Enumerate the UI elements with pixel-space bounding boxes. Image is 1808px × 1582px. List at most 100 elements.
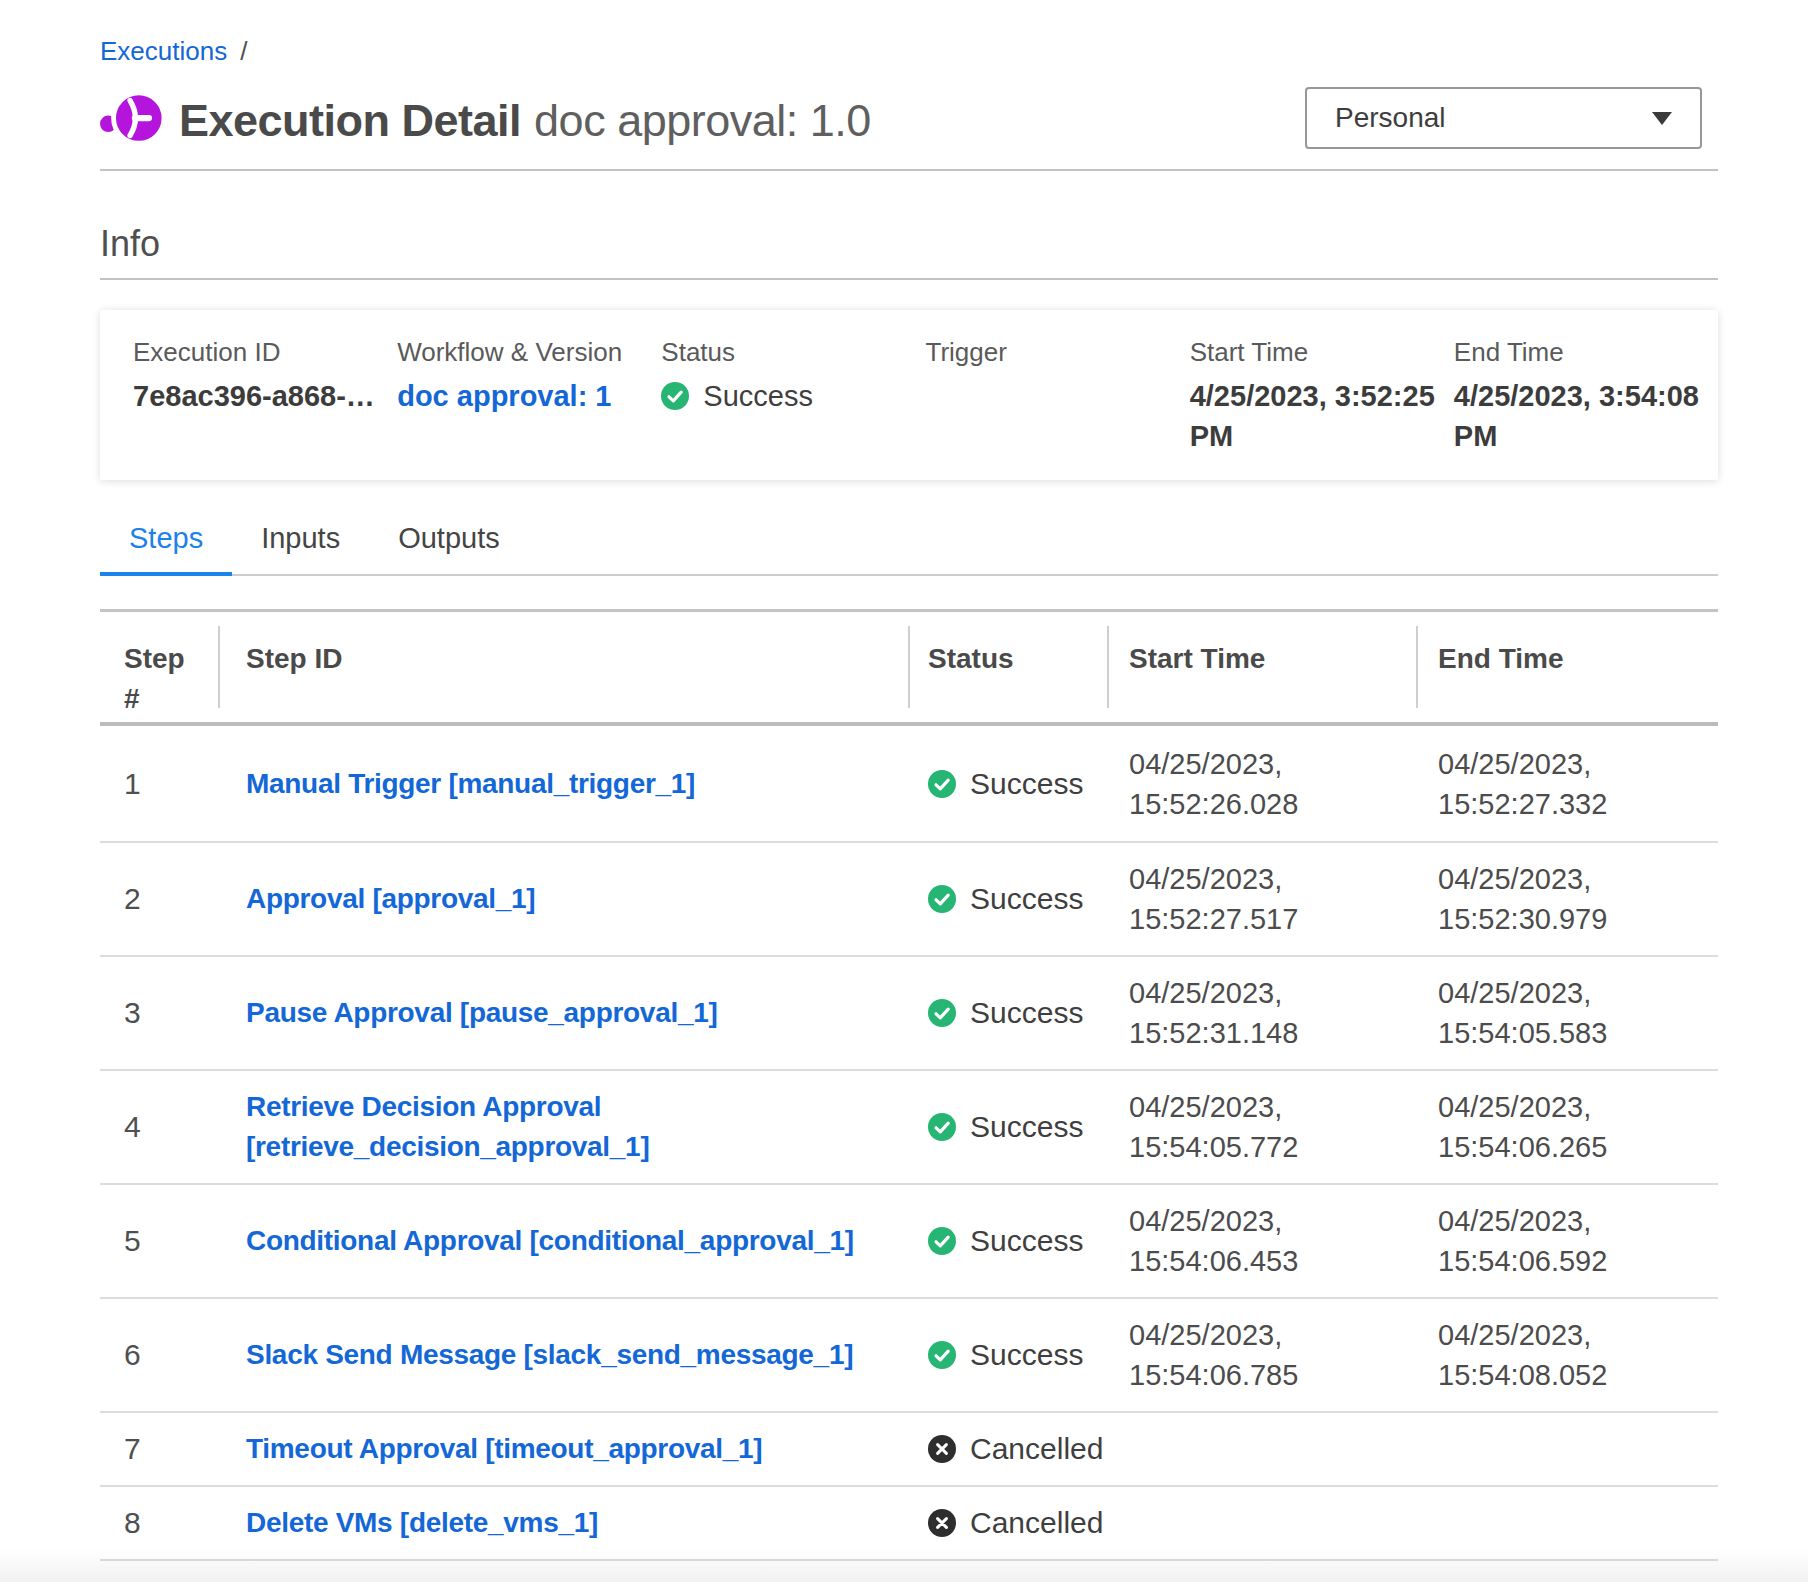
info-label: Start Time bbox=[1190, 336, 1438, 368]
info-field-end-time: End Time 4/25/2023, 3:54:08 PM bbox=[1454, 336, 1718, 452]
step-status-text: Success bbox=[970, 1110, 1083, 1144]
table-row: 6 Slack Send Message [slack_send_message… bbox=[100, 1299, 1718, 1413]
info-field-trigger: Trigger bbox=[926, 336, 1190, 452]
step-status-text: Success bbox=[970, 996, 1083, 1030]
end-time-value: 4/25/2023, 3:54:08 PM bbox=[1454, 376, 1702, 456]
step-end-time: 04/25/2023,15:54:05.583 bbox=[1438, 973, 1607, 1053]
table-row: 7 Timeout Approval [timeout_approval_1] … bbox=[100, 1413, 1718, 1487]
status-cell: Success bbox=[908, 1299, 1107, 1411]
step-link[interactable]: Approval [approval_1] bbox=[246, 879, 535, 919]
step-link[interactable]: Retrieve Decision Approval [retrieve_dec… bbox=[246, 1087, 878, 1167]
status-cell: Success bbox=[908, 726, 1107, 841]
tab-steps[interactable]: Steps bbox=[100, 524, 232, 576]
step-start-time: 04/25/2023,15:54:06.785 bbox=[1129, 1315, 1298, 1395]
step-start-time: 04/25/2023,15:52:31.148 bbox=[1129, 973, 1298, 1053]
info-card: Execution ID 7e8ac396-a868-… Workflow & … bbox=[100, 310, 1718, 480]
success-check-icon bbox=[928, 999, 956, 1027]
step-number: 2 bbox=[124, 882, 141, 916]
tab-outputs[interactable]: Outputs bbox=[369, 524, 529, 576]
page-header-left: Execution Detail doc approval: 1.0 bbox=[100, 89, 871, 153]
step-status: Success bbox=[928, 996, 1083, 1030]
step-number: 8 bbox=[124, 1506, 141, 1540]
step-num-cell: 1 bbox=[100, 726, 218, 841]
step-link[interactable]: Conditional Approval [conditional_approv… bbox=[246, 1221, 854, 1261]
breadcrumb-executions-link[interactable]: Executions bbox=[100, 37, 227, 65]
end-time-cell bbox=[1416, 1413, 1718, 1485]
start-time-cell: 04/25/2023,15:54:06.785 bbox=[1107, 1299, 1416, 1411]
info-heading: Info bbox=[100, 223, 1718, 265]
title-line: Execution Detail doc approval: 1.0 bbox=[179, 89, 871, 153]
info-label: Workflow & Version bbox=[397, 336, 645, 368]
col-header-step-id: Step ID bbox=[218, 612, 908, 722]
start-time-cell: 04/25/2023,15:54:05.772 bbox=[1107, 1071, 1416, 1183]
success-check-icon bbox=[928, 1341, 956, 1369]
workspace-select[interactable]: Personal bbox=[1305, 87, 1702, 149]
info-label: End Time bbox=[1454, 336, 1702, 368]
step-number: 4 bbox=[124, 1110, 141, 1144]
step-num-cell: 2 bbox=[100, 843, 218, 955]
step-end-time: 04/25/2023,15:52:27.332 bbox=[1438, 744, 1607, 824]
step-id-cell: Approval [approval_1] bbox=[218, 843, 908, 955]
info-field-execution-id: Execution ID 7e8ac396-a868-… bbox=[133, 336, 397, 452]
step-number: 6 bbox=[124, 1338, 141, 1372]
status-cell: Success bbox=[908, 957, 1107, 1069]
info-field-workflow-version: Workflow & Version doc approval: 1 bbox=[397, 336, 661, 452]
bottom-scroll-shadow bbox=[0, 1548, 1808, 1582]
info-label: Trigger bbox=[926, 336, 1174, 368]
status-cell: Cancelled bbox=[908, 1413, 1107, 1485]
workspace-select-value: Personal bbox=[1335, 102, 1446, 134]
end-time-cell: 04/25/2023,15:54:08.052 bbox=[1416, 1299, 1718, 1411]
cancelled-x-icon bbox=[928, 1435, 956, 1463]
steps-table: Step # Step ID Status Start Time End Tim… bbox=[100, 609, 1718, 1561]
start-time-cell: 04/25/2023,15:52:31.148 bbox=[1107, 957, 1416, 1069]
step-id-cell: Timeout Approval [timeout_approval_1] bbox=[218, 1413, 908, 1485]
page-subtitle: doc approval: 1.0 bbox=[534, 95, 871, 146]
step-end-time: 04/25/2023,15:54:08.052 bbox=[1438, 1315, 1607, 1395]
execution-status: Success bbox=[661, 376, 909, 416]
end-time-cell: 04/25/2023,15:54:05.583 bbox=[1416, 957, 1718, 1069]
step-number: 7 bbox=[124, 1432, 141, 1466]
step-number: 1 bbox=[124, 767, 141, 801]
step-link[interactable]: Slack Send Message [slack_send_message_1… bbox=[246, 1335, 853, 1375]
step-start-time: 04/25/2023,15:52:26.028 bbox=[1129, 744, 1298, 824]
info-label: Execution ID bbox=[133, 336, 381, 368]
workflow-version-link[interactable]: doc approval: 1 bbox=[397, 376, 645, 416]
step-link[interactable]: Pause Approval [pause_approval_1] bbox=[246, 993, 717, 1033]
cancelled-x-icon bbox=[928, 1509, 956, 1537]
step-status: Success bbox=[928, 767, 1083, 801]
step-number: 3 bbox=[124, 996, 141, 1030]
step-status: Success bbox=[928, 1110, 1083, 1144]
table-row: 5 Conditional Approval [conditional_appr… bbox=[100, 1185, 1718, 1299]
workflow-logo-icon bbox=[100, 92, 164, 146]
step-link[interactable]: Delete VMs [delete_vms_1] bbox=[246, 1503, 598, 1543]
step-id-cell: Manual Trigger [manual_trigger_1] bbox=[218, 726, 908, 841]
step-id-cell: Conditional Approval [conditional_approv… bbox=[218, 1185, 908, 1297]
tab-inputs[interactable]: Inputs bbox=[232, 524, 369, 576]
page-content: Executions / Execution Detaildoc approva… bbox=[0, 0, 1808, 1561]
start-time-value: 4/25/2023, 3:52:25 PM bbox=[1190, 376, 1438, 456]
info-field-status: Status Success bbox=[661, 336, 925, 452]
step-num-cell: 3 bbox=[100, 957, 218, 1069]
start-time-cell: 04/25/2023,15:52:26.028 bbox=[1107, 726, 1416, 841]
step-start-time: 04/25/2023,15:52:27.517 bbox=[1129, 859, 1298, 939]
execution-id-value: 7e8ac396-a868-… bbox=[133, 376, 381, 416]
success-check-icon bbox=[928, 1113, 956, 1141]
table-row: 1 Manual Trigger [manual_trigger_1] Succ… bbox=[100, 726, 1718, 843]
step-status: Cancelled bbox=[928, 1432, 1103, 1466]
success-check-icon bbox=[928, 885, 956, 913]
step-link[interactable]: Timeout Approval [timeout_approval_1] bbox=[246, 1429, 762, 1469]
status-cell: Success bbox=[908, 1185, 1107, 1297]
step-id-cell: Pause Approval [pause_approval_1] bbox=[218, 957, 908, 1069]
step-id-cell: Retrieve Decision Approval [retrieve_dec… bbox=[218, 1071, 908, 1183]
info-label: Status bbox=[661, 336, 909, 368]
page-title: Execution Detail bbox=[179, 95, 521, 146]
step-end-time: 04/25/2023,15:54:06.265 bbox=[1438, 1087, 1607, 1167]
step-status-text: Success bbox=[970, 1224, 1083, 1258]
table-row: 3 Pause Approval [pause_approval_1] Succ… bbox=[100, 957, 1718, 1071]
info-divider bbox=[100, 278, 1718, 280]
step-num-cell: 4 bbox=[100, 1071, 218, 1183]
step-link[interactable]: Manual Trigger [manual_trigger_1] bbox=[246, 764, 695, 804]
status-cell: Success bbox=[908, 843, 1107, 955]
step-id-cell: Slack Send Message [slack_send_message_1… bbox=[218, 1299, 908, 1411]
step-end-time: 04/25/2023,15:52:30.979 bbox=[1438, 859, 1607, 939]
